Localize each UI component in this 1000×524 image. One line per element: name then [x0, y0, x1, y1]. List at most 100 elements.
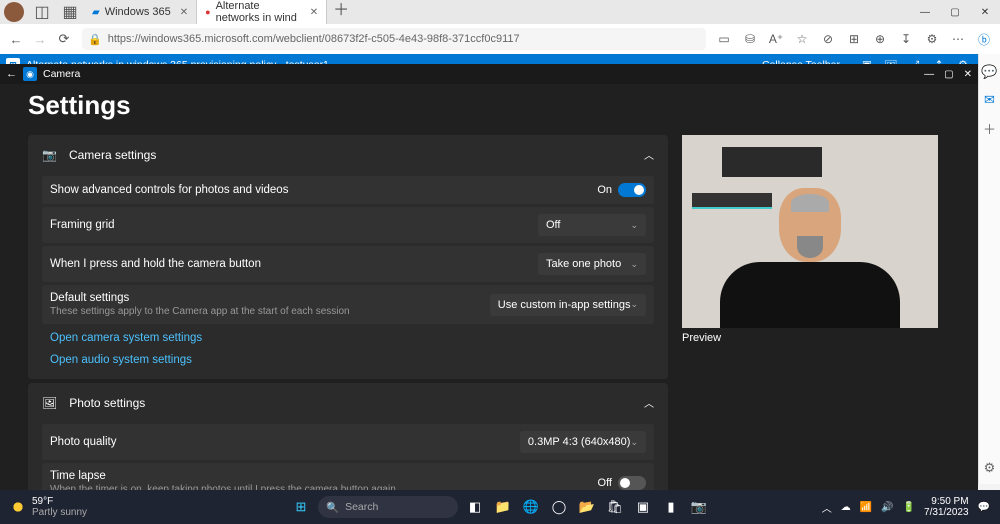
close-button[interactable]: ✕ [964, 69, 972, 80]
add-icon[interactable]: ＋ [982, 120, 998, 136]
toggle-state: On [597, 184, 612, 196]
setting-label: Show advanced controls for photos and vi… [50, 184, 597, 196]
quality-select[interactable]: 0.3MP 4:3 (640x480) ⌄ [520, 431, 646, 453]
extensions-icon[interactable]: ⚙ [920, 27, 944, 51]
address-bar[interactable]: 🔒 https://windows365.microsoft.com/webcl… [82, 28, 706, 50]
star-icon[interactable]: ☆ [790, 27, 814, 51]
tab-title: Alternate networks in wind [216, 0, 301, 24]
taskbar-search[interactable]: 🔍 Search [318, 496, 458, 518]
camera-app-icon[interactable]: 📷 [688, 496, 710, 518]
search-icon: 🔍 [326, 501, 339, 514]
tray-chevron-icon[interactable]: ︿ [822, 500, 832, 515]
settings-icon[interactable]: ⚙ [982, 460, 998, 476]
collections-icon[interactable]: ⊕ [868, 27, 892, 51]
profile-avatar[interactable] [4, 2, 24, 22]
photo-icon: 🖼 [42, 396, 57, 410]
chevron-down-icon: ⌄ [630, 299, 638, 310]
edge-sidebar: 💬 ✉ ＋ ⚙ [978, 54, 1000, 484]
back-button[interactable]: ← [4, 27, 28, 51]
downloads-icon[interactable]: ↧ [894, 27, 918, 51]
close-icon[interactable]: ✕ [310, 7, 318, 18]
link-audio-system[interactable]: Open audio system settings [42, 349, 654, 371]
chevron-up-icon: ︿ [644, 395, 654, 410]
video-icon[interactable]: ▭ [712, 27, 736, 51]
edge-icon[interactable]: 🌐 [520, 496, 542, 518]
outlook-icon[interactable]: ✉ [982, 92, 998, 108]
chevron-up-icon: ︿ [644, 147, 654, 162]
volume-icon[interactable]: 🔊 [881, 502, 893, 513]
chrome-icon[interactable]: ◯ [548, 496, 570, 518]
setting-label: Time lapse [50, 470, 598, 482]
tab-windows365[interactable]: ▰ Windows 365 ✕ [84, 0, 197, 24]
tab-alternate-networks[interactable]: ● Alternate networks in wind ✕ [197, 0, 327, 24]
framing-select[interactable]: Off ⌄ [538, 214, 646, 236]
maximize-button[interactable]: ▢ [944, 69, 953, 80]
explorer-icon[interactable]: 📁 [492, 496, 514, 518]
tab-actions-icon[interactable]: ▦ [62, 4, 78, 20]
time: 9:50 PM [924, 496, 969, 507]
refresh-button[interactable]: ⟳ [52, 27, 76, 51]
chevron-down-icon: ⌄ [630, 259, 638, 270]
chat-icon[interactable]: 💬 [982, 64, 998, 80]
press-select[interactable]: Take one photo ⌄ [538, 253, 646, 275]
battery-icon[interactable]: 🔋 [903, 502, 915, 513]
camera-icon: 📷 [42, 148, 57, 162]
minimize-button[interactable]: — [910, 0, 940, 24]
performance-icon[interactable]: ⊘ [816, 27, 840, 51]
new-tab-button[interactable]: ＋ [333, 0, 349, 16]
powershell-icon[interactable]: ▮ [660, 496, 682, 518]
setting-label: When I press and hold the camera button [50, 258, 538, 270]
section-header-camera[interactable]: 📷 Camera settings ︿ [28, 135, 668, 174]
camera-icon: ◉ [23, 67, 37, 81]
setting-label: Default settings [50, 292, 490, 304]
setting-framing-grid: Framing grid Off ⌄ [42, 207, 654, 243]
section-title: Camera settings [69, 148, 156, 162]
condition: Partly sunny [32, 507, 87, 518]
back-button[interactable]: ← [6, 68, 17, 80]
tab-title: Windows 365 [105, 6, 171, 18]
files-icon[interactable]: 📂 [576, 496, 598, 518]
date: 7/31/2023 [924, 507, 969, 518]
weather-widget[interactable]: 59°F Partly sunny [10, 496, 87, 518]
setting-label: Framing grid [50, 219, 538, 231]
close-button[interactable]: ✕ [970, 0, 1000, 24]
setting-defaults: Default settings These settings apply to… [42, 285, 654, 324]
page-title: Settings [28, 90, 950, 121]
toggle-switch[interactable] [618, 476, 646, 490]
close-icon[interactable]: ✕ [180, 7, 188, 18]
bing-chat-icon[interactable]: ⓑ [972, 27, 996, 51]
setting-label: Photo quality [50, 436, 520, 448]
chevron-down-icon: ⌄ [630, 220, 638, 231]
task-view-icon[interactable]: ◧ [464, 496, 486, 518]
maximize-button[interactable]: ▢ [940, 0, 970, 24]
store-icon[interactable]: 🛍 [604, 496, 626, 518]
defaults-select[interactable]: Use custom in-app settings ⌄ [490, 294, 646, 316]
forward-button[interactable]: → [28, 27, 52, 51]
setting-press-hold: When I press and hold the camera button … [42, 246, 654, 282]
toggle-switch[interactable] [618, 183, 646, 197]
camera-preview [682, 135, 938, 328]
notifications-icon[interactable]: 💬 [978, 502, 990, 513]
sun-icon [10, 499, 26, 515]
url-text: https://windows365.microsoft.com/webclie… [108, 33, 520, 45]
section-camera-settings: 📷 Camera settings ︿ Show advanced contro… [28, 135, 668, 379]
onedrive-icon[interactable]: ☁ [841, 502, 851, 513]
minimize-button[interactable]: — [924, 69, 934, 80]
more-icon[interactable]: ⋯ [946, 27, 970, 51]
toggle-state: Off [598, 477, 612, 489]
start-button[interactable]: ⊞ [290, 496, 312, 518]
shopping-icon[interactable]: ⛁ [738, 27, 762, 51]
link-camera-system[interactable]: Open camera system settings [42, 327, 654, 349]
clock[interactable]: 9:50 PM 7/31/2023 [924, 496, 969, 518]
wifi-icon[interactable]: 📶 [860, 502, 872, 513]
section-header-photo[interactable]: 🖼 Photo settings ︿ [28, 383, 668, 422]
browser-titlebar: ◫ ▦ ▰ Windows 365 ✕ ● Alternate networks… [0, 0, 1000, 24]
terminal-icon[interactable]: ▣ [632, 496, 654, 518]
preview-panel: Preview [682, 135, 940, 490]
browser-toolbar: ← → ⟳ 🔒 https://windows365.microsoft.com… [0, 24, 1000, 54]
section-title: Photo settings [69, 396, 145, 410]
preview-label: Preview [682, 328, 940, 348]
workspaces-icon[interactable]: ◫ [34, 4, 50, 20]
read-aloud-icon[interactable]: A⁺ [764, 27, 788, 51]
favorites-icon[interactable]: ⊞ [842, 27, 866, 51]
